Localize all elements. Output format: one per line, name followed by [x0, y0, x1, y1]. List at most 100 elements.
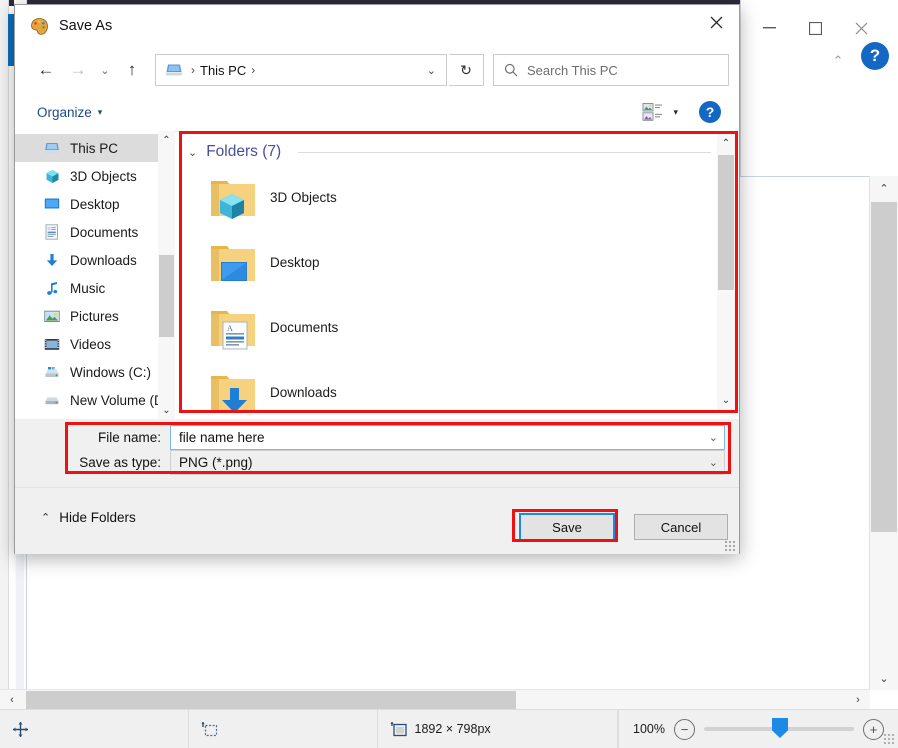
list-item[interactable]: 3D Objects: [182, 165, 715, 230]
paint-app-icon: [29, 16, 49, 36]
sidebar-item-documents[interactable]: Documents: [15, 218, 175, 246]
zoom-in-button[interactable]: +: [863, 718, 884, 740]
save-as-type-select[interactable]: PNG (*.png) ⌄: [170, 450, 725, 475]
canvas-vertical-scrollbar[interactable]: ⌃ ⌄: [869, 176, 898, 690]
sidebar-label: Videos: [70, 336, 112, 352]
recent-locations-chevron-icon[interactable]: ⌄: [95, 55, 115, 85]
scroll-left-icon[interactable]: ‹: [0, 690, 24, 710]
save-button[interactable]: Save: [519, 513, 615, 542]
image-size-icon: [389, 721, 407, 736]
zoom-slider-handle[interactable]: [772, 718, 788, 738]
list-item-label: 3D Objects: [270, 190, 337, 205]
list-item[interactable]: A Documents: [182, 295, 715, 360]
list-item-label: Downloads: [270, 385, 337, 400]
scroll-up-icon[interactable]: ⌃: [870, 176, 898, 200]
sidebar-item-downloads[interactable]: Downloads: [15, 246, 175, 274]
hide-folders-button[interactable]: ⌃ Hide Folders: [41, 510, 136, 525]
sidebar-item-new-volume-d[interactable]: New Volume (D:): [15, 386, 175, 414]
vertical-scroll-thumb[interactable]: [871, 202, 897, 532]
sidebar-label: Music: [70, 280, 106, 296]
folder-desktop-icon: [208, 237, 260, 289]
file-name-input[interactable]: file name here ⌄: [170, 425, 725, 450]
pictures-icon: [43, 307, 61, 325]
organize-label: Organize: [37, 104, 92, 120]
canvas-horizontal-scrollbar[interactable]: ‹ ›: [0, 689, 870, 710]
cancel-button[interactable]: Cancel: [634, 514, 728, 540]
status-cursor-position: [0, 710, 189, 748]
save-as-type-chevron-icon[interactable]: ⌄: [709, 456, 718, 469]
sidebar-item-desktop[interactable]: Desktop: [15, 190, 175, 218]
dialog-help-button[interactable]: ?: [699, 101, 721, 123]
organize-button[interactable]: Organize ▾: [37, 105, 102, 120]
group-collapse-chevron-icon[interactable]: ⌄: [188, 146, 197, 159]
sidebar-label: New Volume (D:): [70, 392, 173, 408]
paint-status-bar: 1892 × 798px 100% − +: [0, 709, 898, 748]
view-options-icon: [643, 103, 663, 121]
address-bar[interactable]: › This PC › ⌄: [155, 54, 447, 86]
window-resize-grip[interactable]: [883, 733, 895, 745]
dialog-footer: ⌃ Hide Folders: [15, 487, 739, 554]
hide-folders-label: Hide Folders: [59, 510, 136, 525]
3d-objects-icon: [43, 167, 61, 185]
scroll-up-icon[interactable]: ⌃: [158, 131, 175, 149]
sidebar-item-music[interactable]: Music: [15, 274, 175, 302]
dialog-title-bar: Save As: [15, 5, 739, 47]
zoom-out-button[interactable]: −: [674, 718, 695, 740]
svg-text:A: A: [227, 324, 233, 333]
group-label: Folders (7): [206, 143, 282, 160]
sidebar-scroll-thumb[interactable]: [159, 255, 174, 337]
scroll-up-icon[interactable]: ⌃: [717, 134, 735, 153]
list-item[interactable]: Downloads: [182, 360, 715, 410]
scroll-down-icon[interactable]: ⌄: [717, 391, 735, 410]
scroll-down-icon[interactable]: ⌄: [158, 401, 175, 419]
view-options-chevron-icon[interactable]: ▾: [673, 107, 678, 118]
sidebar-label: Downloads: [70, 252, 137, 268]
paint-window-left-frame: [0, 0, 9, 748]
file-list-scrollbar[interactable]: ⌃ ⌄: [717, 134, 735, 410]
back-icon[interactable]: ←: [31, 55, 61, 85]
dialog-close-icon[interactable]: [693, 5, 739, 39]
sidebar-list: This PC 3D Objects Desktop Documents Dow…: [15, 131, 175, 414]
crumb-separator-1: ›: [191, 63, 195, 77]
list-item-label: Desktop: [270, 255, 320, 270]
folder-downloads-icon: [208, 367, 260, 410]
file-list-scroll-thumb[interactable]: [718, 155, 734, 290]
file-group-header[interactable]: ⌄ Folders (7): [182, 134, 715, 165]
zoom-slider-track[interactable]: [704, 718, 854, 738]
scroll-right-icon[interactable]: ›: [846, 690, 870, 710]
crumb-separator-2[interactable]: ›: [246, 63, 260, 77]
scroll-down-icon[interactable]: ⌄: [870, 666, 898, 690]
file-name-row: File name: file name here ⌄: [71, 425, 725, 450]
sidebar-item-videos[interactable]: Videos: [15, 330, 175, 358]
sidebar-item-3d-objects[interactable]: 3D Objects: [15, 162, 175, 190]
up-one-level-icon[interactable]: ↑: [117, 55, 147, 85]
zoom-level-label: 100%: [633, 722, 665, 736]
refresh-icon[interactable]: ↻: [449, 54, 484, 86]
search-input[interactable]: Search This PC: [493, 54, 729, 86]
breadcrumb-this-pc[interactable]: This PC: [200, 63, 246, 78]
sidebar-item-pictures[interactable]: Pictures: [15, 302, 175, 330]
paint-window-chrome: ⌃ ? Edit colors Edit with Paint 3D: [740, 0, 898, 200]
file-name-dropdown-chevron-icon[interactable]: ⌄: [709, 431, 718, 444]
dialog-toolbar: Organize ▾ ▾ ?: [15, 93, 739, 132]
sidebar-item-this-pc[interactable]: This PC: [15, 134, 175, 162]
chevron-up-icon: ⌃: [41, 512, 51, 524]
music-icon: [43, 279, 61, 297]
dialog-resize-grip[interactable]: [724, 540, 735, 551]
sidebar-item-windows-c[interactable]: Windows (C:): [15, 358, 175, 386]
sidebar-label: Documents: [70, 224, 139, 240]
paint-help-button[interactable]: ?: [861, 42, 889, 70]
list-item[interactable]: Desktop: [182, 230, 715, 295]
address-dropdown-chevron-icon[interactable]: ⌄: [427, 64, 440, 77]
search-icon: [504, 63, 518, 77]
cursor-position-icon: [13, 721, 28, 737]
maximize-icon[interactable]: [793, 8, 837, 48]
sidebar-scrollbar[interactable]: ⌃ ⌄: [158, 131, 175, 419]
zoom-control[interactable]: 100% − +: [619, 710, 898, 748]
save-as-type-label: Save as type:: [79, 455, 161, 470]
horizontal-scroll-thumb[interactable]: [26, 691, 516, 709]
ribbon-collapse-chevron-icon[interactable]: ⌃: [825, 50, 851, 72]
view-options-group[interactable]: ▾ ?: [642, 101, 729, 123]
minimize-icon[interactable]: [747, 8, 791, 48]
file-list[interactable]: ⌄ Folders (7) 3D Objects Desktop A Docum…: [182, 134, 715, 410]
